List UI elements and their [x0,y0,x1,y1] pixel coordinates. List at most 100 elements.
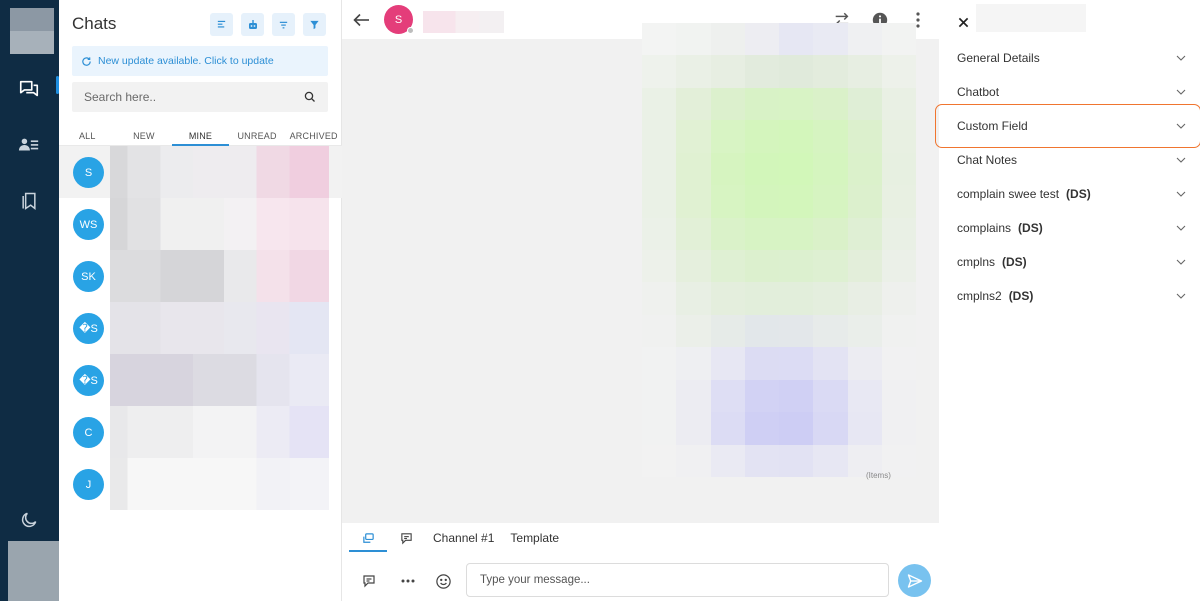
chat-tools [210,13,326,36]
section-label: General Details [957,51,1040,65]
tab-new[interactable]: NEW [116,128,173,145]
chevron-down-icon [1176,53,1186,63]
chat-preview [110,458,329,510]
message-input[interactable] [466,563,889,597]
copy-chat-icon [362,532,375,545]
contact-avatar[interactable]: S [384,5,414,34]
chat-list-item[interactable]: SK [59,250,342,302]
chat-avatar: �S [73,313,104,344]
emoji-button[interactable] [432,570,454,592]
chat-list-item[interactable]: C [59,406,342,458]
section-complains[interactable]: complains (DS) [939,211,1200,245]
section-chat-notes[interactable]: Chat Notes [939,143,1200,177]
nav-rail [0,0,86,601]
message-caption: (Items) [866,471,891,480]
contact-list-icon [18,134,40,156]
section-label: cmplns2 [957,289,1002,303]
chevron-down-icon [1176,189,1186,199]
tab-note-mode[interactable] [387,524,425,552]
search-box [72,82,328,112]
section-label: cmplns [957,255,996,269]
close-details-button[interactable] [955,14,971,30]
align-left-icon [216,19,227,30]
presence-dot [407,27,414,34]
chat-list-item[interactable]: �S [59,354,342,406]
update-notice-text: New update available. Click to update [98,55,274,67]
chat-avatar: �S [73,365,104,396]
search-icon[interactable] [304,91,316,103]
chat-avatar: J [73,469,104,500]
channel-selector[interactable]: Channel #1 [433,531,494,545]
tab-chat-mode[interactable] [349,524,387,552]
nav-chats-button[interactable] [12,72,59,106]
tab-mine[interactable]: MINE [172,128,229,146]
composer-row [342,563,939,599]
chat-preview [110,198,329,250]
template-button[interactable]: Template [510,531,559,545]
chat-list-item[interactable]: S [59,146,342,198]
section-label: Chat Notes [957,153,1018,167]
back-button[interactable] [352,10,372,30]
section-label: complain swee test [957,187,1060,201]
section-tag: (DS) [1002,255,1027,269]
section-complain-swee-test[interactable]: complain swee test (DS) [939,177,1200,211]
send-button[interactable] [898,564,931,597]
chat-list-item[interactable]: �S [59,302,342,354]
chevron-down-icon [1176,291,1186,301]
update-notice[interactable]: New update available. Click to update [72,46,328,76]
chat-preview [110,354,329,406]
workspace-logo[interactable] [10,8,54,54]
conversation-panel: S (Items) Channel #1 Template [342,0,939,601]
section-label: Custom Field [957,119,1028,133]
bot-button[interactable] [241,13,264,36]
sort-button[interactable] [210,13,233,36]
chat-preview [110,302,329,354]
list-filter-button[interactable] [272,13,295,36]
horizontal-dots-icon [401,579,415,583]
section-tag: (DS) [1018,221,1043,235]
nav-contacts-button[interactable] [12,128,46,162]
bot-icon [247,19,259,31]
dark-mode-toggle[interactable] [12,503,46,537]
chat-tabs: ALL NEW MINE UNREAD ARCHIVED [59,128,342,146]
chat-list: S WS SK �S �S C J [59,146,342,510]
chat-list-panel: Chats New update available. Click to upd… [59,0,342,601]
section-custom-field[interactable]: Custom Field [935,104,1200,148]
section-cmplns2[interactable]: cmplns2 (DS) [939,279,1200,313]
search-input[interactable] [84,90,284,104]
more-actions-button[interactable] [397,570,419,592]
section-tag: (DS) [1066,187,1091,201]
section-cmplns[interactable]: cmplns (DS) [939,245,1200,279]
section-chatbot[interactable]: Chatbot [939,75,1200,109]
message-bubble [642,23,916,477]
chevron-down-icon [1176,155,1186,165]
details-title [976,4,1086,32]
section-general-details[interactable]: General Details [939,41,1200,75]
comment-icon [400,532,413,545]
chat-list-item[interactable]: J [59,458,342,510]
tab-all[interactable]: ALL [59,128,116,145]
message-area: (Items) [342,23,939,523]
contact-name [423,11,504,33]
smiley-icon [435,573,452,590]
note-icon [362,574,376,588]
details-panel: General Details Chatbot Custom Field Cha… [935,0,1200,601]
chat-bubbles-icon [18,78,40,100]
chat-list-item[interactable]: WS [59,198,342,250]
tab-unread[interactable]: UNREAD [229,128,286,145]
composer-tabs: Channel #1 Template [342,523,559,553]
tab-archived[interactable]: ARCHIVED [285,128,342,145]
funnel-filter-button[interactable] [303,13,326,36]
filter-lines-icon [278,19,289,30]
detail-sections: General Details Chatbot Custom Field Cha… [935,41,1200,313]
canned-response-button[interactable] [358,570,380,592]
chat-preview [110,250,329,302]
chat-avatar: WS [73,209,104,240]
nav-bookmarks-button[interactable] [12,184,46,218]
section-tag: (DS) [1008,289,1034,303]
send-icon [907,573,923,589]
refresh-icon [81,56,92,67]
chat-avatar: SK [73,261,104,292]
section-label: complains [957,221,1012,235]
chevron-down-icon [1176,223,1186,233]
